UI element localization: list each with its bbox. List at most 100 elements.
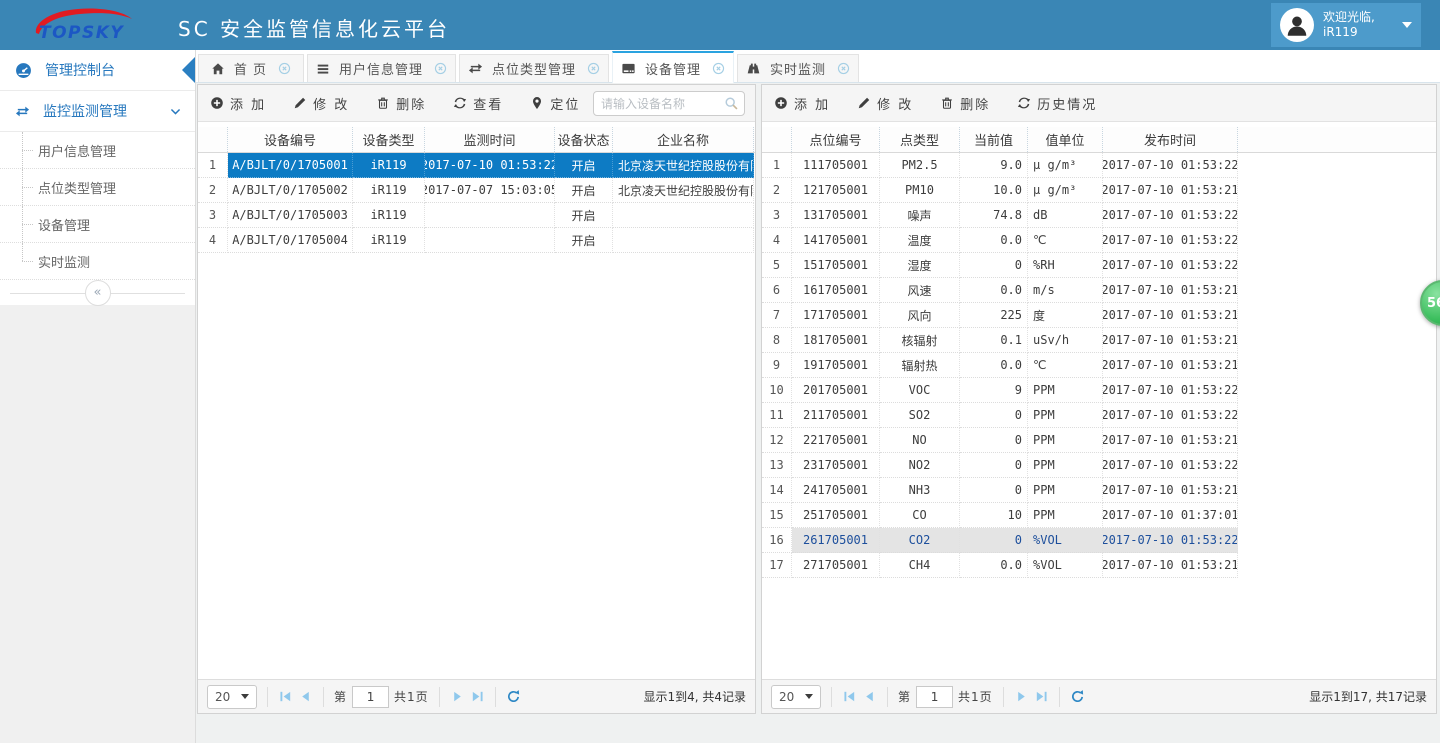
add-icon <box>774 96 788 110</box>
add-button[interactable]: 添 加 <box>774 94 830 113</box>
column-header[interactable]: 监测时间 <box>425 127 555 152</box>
sidebar-section-console[interactable]: 管理控制台 <box>0 50 195 91</box>
table-row[interactable]: 5151705001湿度0%RH2017-07-10 01:53:22 <box>762 253 1436 278</box>
table-row[interactable]: 7171705001风向225度2017-07-10 01:53:21 <box>762 303 1436 328</box>
username: iR119 <box>1323 25 1393 40</box>
trash-button[interactable]: 删除 <box>376 94 426 113</box>
table-cell: 2017-07-10 01:53:22 <box>1103 203 1238 228</box>
realtime-panel: 添 加 修 改 删除 历史情况 点位编号点类型当前值值单位发布时间1111705001… <box>761 84 1437 714</box>
table-row[interactable]: 15251705001CO10PPM2017-07-10 01:37:01 <box>762 503 1436 528</box>
caret-down-icon <box>241 694 249 699</box>
collapse-button[interactable]: « <box>85 280 111 306</box>
table-row[interactable]: 13231705001NO20PPM2017-07-10 01:53:22 <box>762 453 1436 478</box>
sidebar-item-0[interactable]: 用户信息管理 <box>0 132 195 169</box>
last-page-button[interactable] <box>470 689 485 704</box>
table-row[interactable]: 10201705001VOC9PPM2017-07-10 01:53:22 <box>762 378 1436 403</box>
table-row[interactable]: 4A/BJLT/0/1705004iR119开启 <box>198 228 755 253</box>
table-row[interactable]: 3A/BJLT/0/1705003iR119开启 <box>198 203 755 228</box>
table-row[interactable]: 3131705001噪声74.8dB2017-07-10 01:53:22 <box>762 203 1436 228</box>
trash-button[interactable]: 删除 <box>940 94 990 113</box>
tab-4[interactable]: 实时监测 <box>737 54 859 82</box>
first-page-button[interactable] <box>278 689 293 704</box>
search-icon[interactable] <box>724 96 739 111</box>
table-row[interactable]: 4141705001温度0.0℃2017-07-10 01:53:22 <box>762 228 1436 253</box>
table-cell: 0 <box>960 453 1028 478</box>
tab-0[interactable]: 首 页 <box>198 54 304 82</box>
table-row[interactable]: 11211705001SO20PPM2017-07-10 01:53:22 <box>762 403 1436 428</box>
edit-button[interactable]: 修 改 <box>293 94 349 113</box>
reload-button[interactable] <box>506 689 521 704</box>
close-icon[interactable] <box>712 62 725 75</box>
page-number-input[interactable] <box>916 686 953 708</box>
sidebar-item-3[interactable]: 实时监测 <box>0 243 195 280</box>
column-header[interactable]: 当前值 <box>960 127 1028 152</box>
page-number-input[interactable] <box>352 686 389 708</box>
table-cell: uSv/h <box>1028 328 1103 353</box>
table-cell: 241705001 <box>792 478 880 503</box>
table-cell: 2017-07-10 01:53:21 <box>1103 303 1238 328</box>
logo-text: TOPSKY <box>39 23 124 43</box>
table-row[interactable]: 8181705001核辐射0.1uSv/h2017-07-10 01:53:21 <box>762 328 1436 353</box>
next-page-button[interactable] <box>1014 689 1029 704</box>
sidebar-item-2[interactable]: 设备管理 <box>0 206 195 243</box>
table-cell: PM2.5 <box>880 153 960 178</box>
tab-2[interactable]: 点位类型管理 <box>459 54 609 82</box>
table-cell: 辐射热 <box>880 353 960 378</box>
table-cell: 2017-07-10 01:53:21 <box>1103 328 1238 353</box>
search-input[interactable] <box>594 97 724 111</box>
table-row[interactable]: 6161705001风速0.0m/s2017-07-10 01:53:21 <box>762 278 1436 303</box>
person-icon <box>1284 12 1310 42</box>
sidebar-item-1[interactable]: 点位类型管理 <box>0 169 195 206</box>
home-icon <box>211 62 225 76</box>
page-size-select[interactable]: 20 <box>771 685 821 709</box>
table-row[interactable]: 17271705001CH40.0%VOL2017-07-10 01:53:21 <box>762 553 1436 578</box>
refresh-button[interactable]: 历史情况 <box>1017 94 1097 113</box>
user-menu[interactable]: 欢迎光临, iR119 <box>1271 3 1421 47</box>
table-row[interactable]: 1111705001PM2.59.0μ g/m³2017-07-10 01:53… <box>762 153 1436 178</box>
column-header[interactable]: 值单位 <box>1028 127 1103 152</box>
table-cell: 2017-07-10 01:53:22 <box>1103 403 1238 428</box>
sidebar-section-monitoring[interactable]: 监控监测管理 <box>0 91 195 132</box>
column-header[interactable]: 点类型 <box>880 127 960 152</box>
table-row[interactable]: 16261705001CO20%VOL2017-07-10 01:53:22 <box>762 528 1436 553</box>
pin-button[interactable]: 定位 <box>530 94 580 113</box>
table-cell: 0.1 <box>960 328 1028 353</box>
column-header[interactable]: 发布时间 <box>1103 127 1238 152</box>
close-icon[interactable] <box>837 62 850 75</box>
reload-button[interactable] <box>1070 689 1085 704</box>
table-cell: 2017-07-07 15:03:05 <box>425 178 555 203</box>
table-cell: 北京凌天世纪控股股份有限 <box>613 178 754 203</box>
table-row[interactable]: 14241705001NH30PPM2017-07-10 01:53:21 <box>762 478 1436 503</box>
first-page-button[interactable] <box>842 689 857 704</box>
close-icon[interactable] <box>278 62 291 75</box>
gauge-icon <box>15 62 32 79</box>
close-icon[interactable] <box>587 62 600 75</box>
device-table: 设备编号设备类型监测时间设备状态企业名称1A/BJLT/0/1705001iR1… <box>198 123 755 679</box>
table-row[interactable]: 9191705001辐射热0.0℃2017-07-10 01:53:21 <box>762 353 1436 378</box>
add-button[interactable]: 添 加 <box>210 94 266 113</box>
edit-button[interactable]: 修 改 <box>857 94 913 113</box>
column-header[interactable]: 设备状态 <box>555 127 613 152</box>
edit-icon <box>857 96 871 110</box>
column-header[interactable]: 企业名称 <box>613 127 754 152</box>
column-header[interactable]: 设备编号 <box>228 127 353 152</box>
close-icon[interactable] <box>434 62 447 75</box>
table-row[interactable]: 2A/BJLT/0/1705002iR1192017-07-07 15:03:0… <box>198 178 755 203</box>
column-header[interactable]: 点位编号 <box>792 127 880 152</box>
column-header[interactable]: 设备类型 <box>353 127 425 152</box>
page-size-select[interactable]: 20 <box>207 685 257 709</box>
table-cell: 10.0 <box>960 178 1028 203</box>
tab-3[interactable]: 设备管理 <box>612 51 734 83</box>
table-row[interactable]: 1A/BJLT/0/1705001iR1192017-07-10 01:53:2… <box>198 153 755 178</box>
table-row[interactable]: 12221705001NO0PPM2017-07-10 01:53:21 <box>762 428 1436 453</box>
index-column-header <box>762 127 792 152</box>
tab-1[interactable]: 用户信息管理 <box>307 54 456 82</box>
refresh-button[interactable]: 查看 <box>453 94 503 113</box>
table-row[interactable]: 2121705001PM1010.0μ g/m³2017-07-10 01:53… <box>762 178 1436 203</box>
last-page-button[interactable] <box>1034 689 1049 704</box>
next-page-button[interactable] <box>450 689 465 704</box>
sidebar: 管理控制台 监控监测管理 用户信息管理点位类型管理设备管理实时监测 « <box>0 50 196 743</box>
prev-page-button[interactable] <box>862 689 877 704</box>
prev-page-button[interactable] <box>298 689 313 704</box>
top-header-bar: TOPSKY SC 安全监管信息化云平台 欢迎光临, iR119 <box>0 0 1440 50</box>
